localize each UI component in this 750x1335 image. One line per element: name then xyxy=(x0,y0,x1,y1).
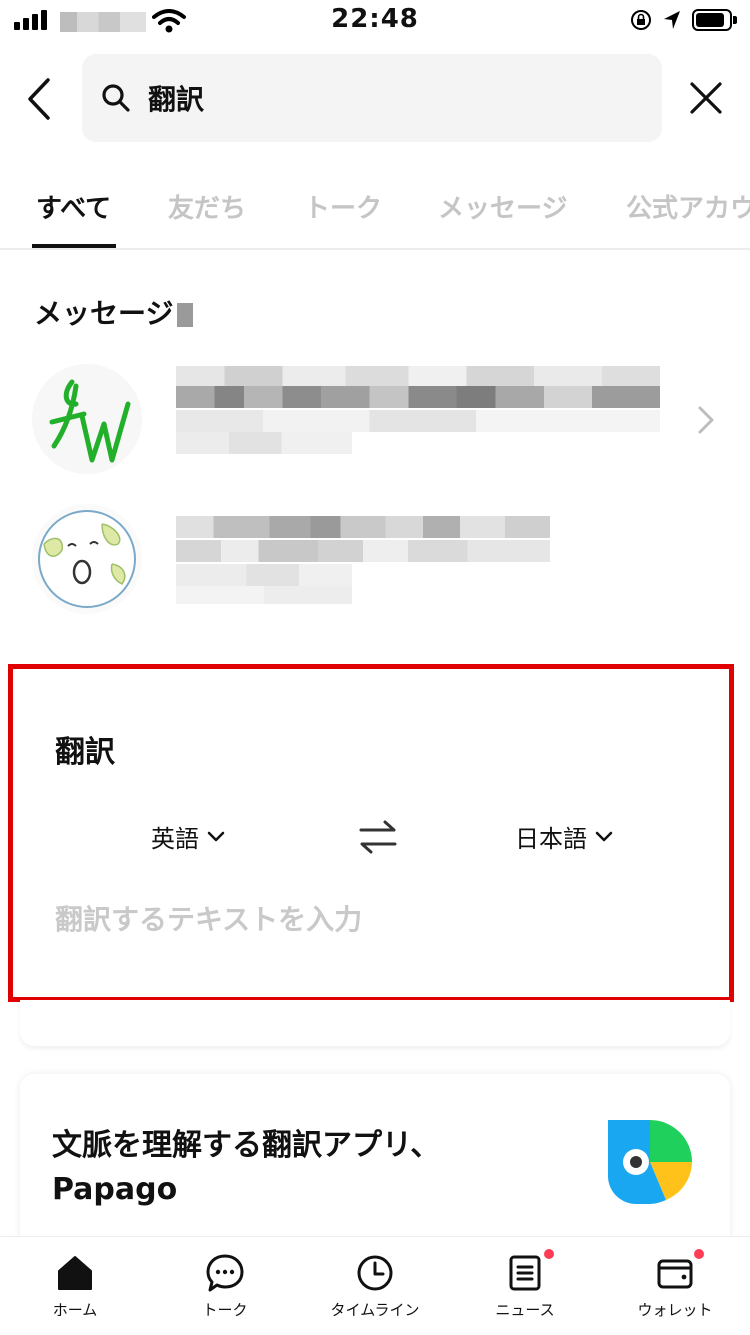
wallet-notification-dot xyxy=(694,1249,704,1259)
redacted-text xyxy=(176,410,660,432)
chat-bubble-icon xyxy=(206,1254,244,1292)
nav-timeline-label: タイムライン xyxy=(330,1301,420,1319)
nav-news-label: ニュース xyxy=(495,1301,555,1319)
chevron-right-icon[interactable] xyxy=(694,404,718,436)
redacted-text xyxy=(176,432,352,454)
search-input[interactable] xyxy=(148,72,628,124)
message-count-redacted xyxy=(177,303,194,327)
redacted-text xyxy=(176,540,550,562)
source-language-label: 英語 xyxy=(151,825,199,853)
nav-home-label: ホーム xyxy=(52,1301,98,1319)
tab-messages[interactable]: メッセージ xyxy=(438,188,567,225)
tab-talk[interactable]: トーク xyxy=(304,188,382,225)
redacted-text xyxy=(176,564,352,586)
avatar xyxy=(32,504,142,614)
wallet-icon xyxy=(657,1259,693,1289)
swap-languages-icon[interactable] xyxy=(357,817,399,857)
search-category-tabs: すべて 友だち トーク メッセージ 公式アカウ xyxy=(0,160,750,250)
nav-news[interactable]: ニュース xyxy=(450,1237,600,1335)
translate-card-title: 翻訳 xyxy=(55,735,115,770)
translate-card-bottom xyxy=(20,1000,730,1046)
news-notification-dot xyxy=(544,1249,554,1259)
location-arrow-icon xyxy=(664,11,680,29)
section-title-messages: メッセージ xyxy=(34,292,194,332)
nav-talk[interactable]: トーク xyxy=(150,1237,300,1335)
close-icon[interactable] xyxy=(684,76,728,120)
tab-all[interactable]: すべて xyxy=(36,188,111,225)
bottom-tab-bar: ホーム トーク タイムライン ニュース ウォレット xyxy=(0,1236,750,1334)
nav-home[interactable]: ホーム xyxy=(0,1237,150,1335)
search-icon xyxy=(102,84,130,112)
translate-card: 翻訳 英語 日本語 xyxy=(8,664,734,1002)
clock-icon xyxy=(357,1255,393,1291)
papago-promo-name: Papago xyxy=(52,1172,178,1207)
active-tab-indicator xyxy=(32,244,116,248)
papago-logo-icon xyxy=(608,1120,692,1204)
tab-official-accounts[interactable]: 公式アカウ xyxy=(626,188,750,225)
redacted-text xyxy=(176,366,660,388)
news-icon xyxy=(509,1255,541,1291)
section-title-label: メッセージ xyxy=(34,297,174,330)
nav-talk-label: トーク xyxy=(202,1301,248,1319)
source-language-select[interactable]: 英語 xyxy=(151,819,225,854)
rotation-lock-icon xyxy=(631,10,651,30)
chevron-down-icon xyxy=(207,831,225,841)
avatar xyxy=(32,364,142,474)
target-language-label: 日本語 xyxy=(515,825,587,853)
tab-friends[interactable]: 友だち xyxy=(168,188,246,225)
search-box[interactable] xyxy=(82,54,662,142)
back-chevron-icon[interactable] xyxy=(18,72,62,126)
nav-timeline[interactable]: タイムライン xyxy=(300,1237,450,1335)
redacted-text xyxy=(176,386,660,408)
chevron-down-icon xyxy=(595,831,613,841)
redacted-text xyxy=(176,516,550,538)
home-icon xyxy=(58,1256,92,1290)
nav-wallet[interactable]: ウォレット xyxy=(600,1237,750,1335)
papago-promo-text: 文脈を理解する翻訳アプリ、 Papago xyxy=(52,1124,572,1212)
battery-icon xyxy=(692,9,738,31)
target-language-select[interactable]: 日本語 xyxy=(515,819,613,854)
translate-text-input[interactable] xyxy=(55,897,695,941)
nav-wallet-label: ウォレット xyxy=(637,1301,713,1319)
status-bar: 22:48 xyxy=(0,0,750,40)
redacted-text xyxy=(176,586,352,604)
papago-promo-line: 文脈を理解する翻訳アプリ、 xyxy=(52,1128,441,1163)
